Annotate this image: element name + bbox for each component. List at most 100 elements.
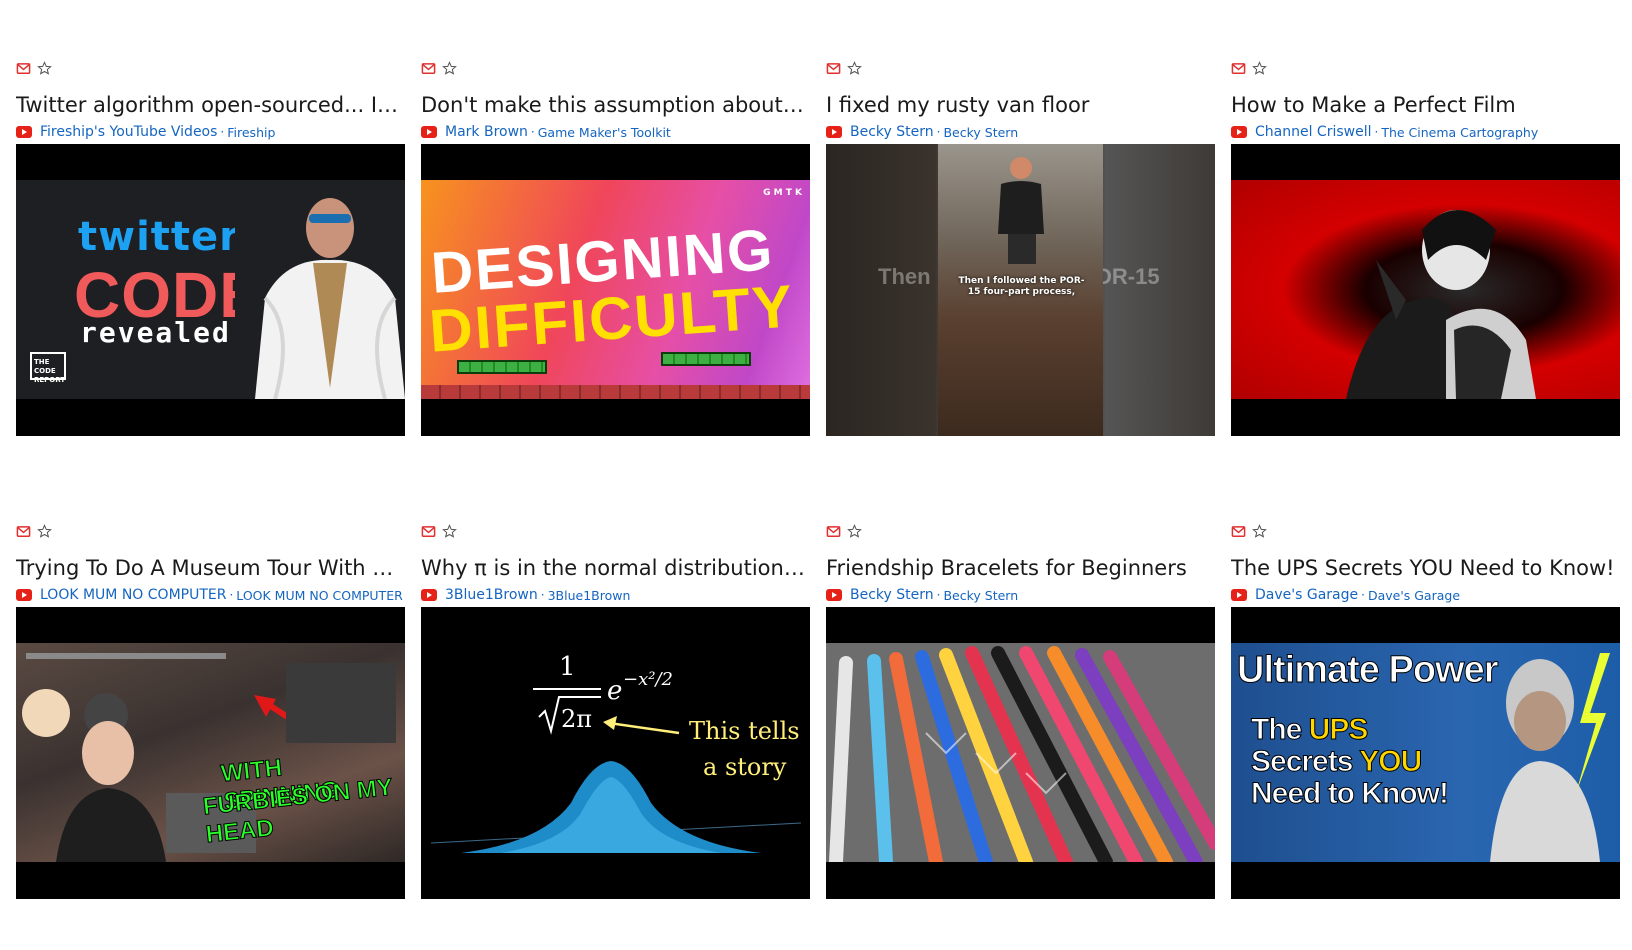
separator-dot: · <box>229 588 234 602</box>
subscription-link[interactable]: 3Blue1Brown <box>548 588 631 603</box>
video-caption: Then I followed the POR-15 four-part pro… <box>958 276 1085 297</box>
floor-tiles <box>421 385 810 399</box>
thumbnail-image: 1 2π e −x²/2 This tells a story <box>421 643 810 862</box>
bracelets-photo <box>826 643 1215 862</box>
thumbnail-text: DR-15 <box>1096 264 1160 289</box>
video-thumbnail[interactable]: Then DR-15 Then I followed the POR-15 fo… <box>826 144 1215 436</box>
mail-icon[interactable] <box>16 61 31 76</box>
video-card: Twitter algorithm open-sourced... Is Elo… <box>16 56 405 459</box>
separator-dot: · <box>936 125 941 139</box>
star-outline-icon[interactable] <box>442 523 457 539</box>
video-meta: LOOK MUM NO COMPUTER · LOOK MUM NO COMPU… <box>16 585 405 605</box>
video-thumbnail[interactable]: G M T K DESIGNING DIFFICULTY <box>421 144 810 436</box>
video-thumbnail[interactable]: Ultimate Power The UPS Secrets YOU Need … <box>1231 607 1620 899</box>
channel-link[interactable]: 3Blue1Brown <box>445 587 538 603</box>
thumbnail-text: Then <box>878 264 931 289</box>
video-title[interactable]: The UPS Secrets YOU Need to Know! <box>1231 551 1620 585</box>
channel-link[interactable]: Channel Criswell <box>1255 124 1371 140</box>
star-outline-icon[interactable] <box>847 523 862 539</box>
video-thumbnail[interactable] <box>1231 144 1620 436</box>
mail-icon[interactable] <box>826 61 841 76</box>
thumbnail-image: twitter CODE revealed THE CODE REPORT <box>16 180 405 399</box>
code-report-badge: THE CODE REPORT <box>30 352 66 384</box>
video-card: I fixed my rusty van floor Becky Stern ·… <box>826 56 1215 459</box>
youtube-icon <box>16 126 32 138</box>
svg-text:e: e <box>607 676 622 706</box>
star-outline-icon[interactable] <box>1252 60 1267 76</box>
channel-link[interactable]: Fireship's YouTube Videos <box>40 124 217 140</box>
channel-link[interactable]: LOOK MUM NO COMPUTER <box>40 587 226 603</box>
thumbnail-image <box>826 643 1215 862</box>
thumbnail-text: revealed <box>80 316 231 349</box>
video-title[interactable]: Friendship Bracelets for Beginners <box>826 551 1215 585</box>
subscription-link[interactable]: Becky Stern <box>943 125 1018 140</box>
video-meta: Becky Stern · Becky Stern <box>826 122 1215 142</box>
youtube-icon <box>421 589 437 601</box>
star-outline-icon[interactable] <box>847 60 862 76</box>
channel-link[interactable]: Mark Brown <box>445 124 528 140</box>
video-title[interactable]: I fixed my rusty van floor <box>826 88 1215 122</box>
video-meta: Dave's Garage · Dave's Garage <box>1231 585 1620 605</box>
mail-icon[interactable] <box>16 524 31 539</box>
video-grid: Twitter algorithm open-sourced... Is Elo… <box>16 56 1620 922</box>
subscription-link[interactable]: Game Maker's Toolkit <box>538 125 671 140</box>
channel-link[interactable]: Dave's Garage <box>1255 587 1358 603</box>
arrow-icon <box>603 716 680 735</box>
thumbnail-text: Secrets <box>1250 745 1360 779</box>
star-outline-icon[interactable] <box>442 60 457 76</box>
subscription-link[interactable]: Dave's Garage <box>1368 588 1460 603</box>
video-title[interactable]: How to Make a Perfect Film <box>1231 88 1620 122</box>
separator-dot: · <box>540 588 545 602</box>
video-thumbnail[interactable]: 1 2π e −x²/2 This tells a story <box>421 607 810 899</box>
video-thumbnail[interactable]: WITH SPINNING FURBIES ON MY HEAD <box>16 607 405 899</box>
video-card: Friendship Bracelets for Beginners Becky… <box>826 519 1215 922</box>
separator-dot: · <box>1374 125 1379 139</box>
star-outline-icon[interactable] <box>1252 523 1267 539</box>
youtube-icon <box>1231 589 1247 601</box>
card-actions <box>826 56 1215 80</box>
youtube-icon <box>1231 126 1247 138</box>
video-thumbnail[interactable]: twitter CODE revealed THE CODE REPORT <box>16 144 405 436</box>
star-outline-icon[interactable] <box>37 523 52 539</box>
video-title[interactable]: Twitter algorithm open-sourced... Is Elo… <box>16 88 405 122</box>
video-title[interactable]: Why π is in the normal distribution (bey… <box>421 551 810 585</box>
channel-link[interactable]: Becky Stern <box>850 124 934 140</box>
thumbnail-image: Ultimate Power The UPS Secrets YOU Need … <box>1231 643 1620 862</box>
channel-link[interactable]: Becky Stern <box>850 587 934 603</box>
star-outline-icon[interactable] <box>37 60 52 76</box>
video-title[interactable]: Trying To Do A Museum Tour With a Furby <box>16 551 405 585</box>
person-figure <box>1490 653 1610 862</box>
video-thumbnail[interactable] <box>826 607 1215 899</box>
thumbnail-text: Need to Know! <box>1251 777 1450 811</box>
youtube-icon <box>16 589 32 601</box>
bell-surface <box>430 761 802 853</box>
platform-shape <box>457 360 547 374</box>
mail-icon[interactable] <box>1231 61 1246 76</box>
mail-icon[interactable] <box>421 524 436 539</box>
youtube-icon <box>826 589 842 601</box>
thumbnail-text: This tells <box>689 717 800 745</box>
subscription-link[interactable]: Fireship <box>227 125 275 140</box>
subscription-link[interactable]: Becky Stern <box>943 588 1018 603</box>
platform-shape <box>661 352 751 366</box>
thumbnail-image: Then DR-15 Then I followed the POR-15 fo… <box>826 144 1215 436</box>
thumbnail-text: twitter <box>78 214 240 260</box>
card-actions <box>826 519 1215 543</box>
mail-icon[interactable] <box>1231 524 1246 539</box>
thumbnail-text: YOU <box>1359 745 1423 779</box>
thumbnail-text: Secrets YOU <box>1250 745 1423 779</box>
svg-text:1: 1 <box>559 652 576 682</box>
mail-icon[interactable] <box>421 61 436 76</box>
video-meta: 3Blue1Brown · 3Blue1Brown <box>421 585 810 605</box>
thumbnail-image: G M T K DESIGNING DIFFICULTY <box>421 180 810 399</box>
video-title[interactable]: Don't make this assumption about your ga… <box>421 88 810 122</box>
svg-text:−x²/2: −x²/2 <box>623 669 673 690</box>
subscription-link[interactable]: LOOK MUM NO COMPUTER <box>236 588 402 603</box>
separator-dot: · <box>530 125 535 139</box>
mail-icon[interactable] <box>826 524 841 539</box>
video-card: The UPS Secrets YOU Need to Know! Dave's… <box>1231 519 1620 922</box>
subscription-link[interactable]: The Cinema Cartography <box>1381 125 1538 140</box>
person-figure <box>235 188 405 399</box>
video-card: How to Make a Perfect Film Channel Crisw… <box>1231 56 1620 459</box>
card-actions <box>16 519 405 543</box>
